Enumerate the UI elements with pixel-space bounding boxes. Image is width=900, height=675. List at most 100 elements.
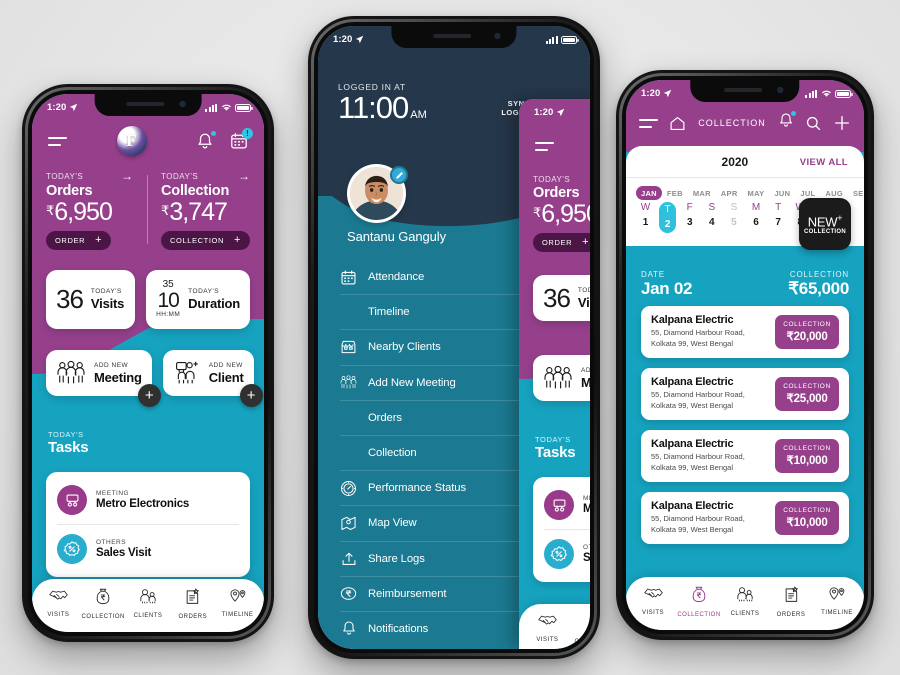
collection-amount-button[interactable]: COLLECTION ₹20,000: [775, 315, 839, 349]
collection-card[interactable]: Kalpana Electric 55, Diamond Harbour Road…: [641, 368, 849, 420]
signal-icon: [805, 89, 817, 98]
menu-item-nearby-clients[interactable]: Nearby Clients: [340, 330, 532, 366]
month-mar[interactable]: MAR: [688, 186, 716, 200]
collection-card[interactable]: Kalpana Electric 55, Diamond Harbour Road…: [641, 492, 849, 544]
bottom-nav-item-visits[interactable]: VISITS: [523, 613, 572, 645]
day-2[interactable]: T2: [659, 202, 677, 233]
add-icon[interactable]: [833, 114, 851, 132]
collection-screen: 1:20 COLLECTION 2020 VIEW ALL JAN FEB MA…: [626, 80, 864, 630]
collection-add-button[interactable]: COLLECTION +: [161, 231, 250, 250]
arrow-right-icon[interactable]: →: [238, 170, 250, 182]
month-sep[interactable]: SEP: [848, 186, 864, 200]
menu-item-attendance[interactable]: Attendance: [340, 260, 532, 296]
collection-card[interactable]: Kalpana Electric 55, Diamond Harbour Road…: [641, 306, 849, 358]
bottom-nav-label: TIMELINE: [221, 612, 254, 618]
menu-item-label: Share Logs: [368, 552, 425, 565]
menu-item-performance-status[interactable]: Performance Status: [340, 471, 532, 507]
front-camera: [494, 33, 501, 39]
notification-dot-badge: [211, 130, 216, 136]
month-apr[interactable]: APR: [716, 186, 743, 200]
notifications-button[interactable]: [196, 130, 216, 151]
collection-card[interactable]: Kalpana Electric 55, Diamond Harbour Road…: [641, 430, 849, 482]
day-6[interactable]: M6: [748, 202, 765, 233]
kpi-collection[interactable]: TODAY'S → Collection ₹3,747 COLLECTION +: [147, 170, 264, 250]
stat-card-visits[interactable]: 36 TODAY'S Visits: [46, 270, 136, 329]
hamburger-menu-button[interactable]: [639, 118, 658, 128]
menu-item-label: Attendance: [368, 271, 425, 284]
bottom-nav-label: ORDERS: [178, 614, 208, 620]
overlay-stat-visits[interactable]: 36 TODAY'SVisits: [533, 275, 590, 321]
collection-amount-button[interactable]: COLLECTION ₹10,000: [775, 501, 839, 535]
arrow-right-icon[interactable]: →: [121, 170, 133, 182]
bottom-nav-item-orders[interactable]: ORDERS: [170, 588, 215, 620]
month-feb[interactable]: FEB: [662, 186, 688, 200]
menu-item-map-view[interactable]: Map View: [340, 506, 532, 542]
hamburger-menu-button[interactable]: [48, 136, 67, 146]
edit-profile-button[interactable]: [390, 166, 408, 184]
menu-item-collection[interactable]: Collection: [340, 436, 532, 472]
collection-card-info: Kalpana Electric 55, Diamond Harbour Road…: [651, 438, 769, 474]
month-jun[interactable]: JUN: [769, 186, 795, 200]
bottom-nav-item-clients[interactable]: CLIENTS: [126, 588, 171, 620]
action-card-meeting[interactable]: ADD NEW Meeting +: [46, 350, 161, 407]
overlay-task-title: Sales Visit: [583, 552, 590, 564]
menu-item-orders[interactable]: Orders: [340, 401, 532, 436]
bottom-nav-item-visits[interactable]: VISITS: [630, 586, 676, 618]
bottom-nav-item-collection[interactable]: COLLECTION: [81, 588, 126, 620]
menu-item-share-logs[interactable]: Share Logs: [340, 542, 532, 577]
order-add-button[interactable]: ORDER +: [46, 231, 112, 250]
day-name: W: [640, 202, 651, 213]
collection-card-info: Kalpana Electric 55, Diamond Harbour Road…: [651, 376, 769, 412]
day-1[interactable]: W1: [637, 202, 654, 233]
bottom-nav-item-collection[interactable]: COLLECTION: [572, 613, 590, 645]
bottom-nav-item-visits[interactable]: VISITS: [36, 588, 81, 620]
add-meeting-fab[interactable]: +: [137, 384, 161, 407]
menu-item-label: Notifications: [368, 622, 429, 635]
stat-card-duration[interactable]: 35 10 HH:MM TODAY'S Duration: [146, 270, 250, 329]
bottom-nav-item-clients[interactable]: CLIENTS: [722, 586, 768, 618]
wifi-icon: [221, 104, 231, 111]
dashboard-preview-overlay[interactable]: 1:20 TODAY'S Orders ₹6,95 ORDER + 36 TO …: [519, 99, 590, 649]
add-client-fab[interactable]: +: [239, 384, 263, 407]
task-item[interactable]: OTHERS Sales Visit: [57, 524, 239, 573]
menu-item-timeline[interactable]: Timeline: [340, 295, 532, 331]
kpi-orders[interactable]: TODAY'S → Orders ₹6,950 ORDER +: [32, 170, 147, 250]
new-collection-button[interactable]: NEW+ COLLECTION: [799, 198, 851, 250]
overlay-task-item[interactable]: OTHERSSales Visit: [544, 529, 590, 578]
menu-item-notifications[interactable]: Notifications: [340, 612, 532, 646]
day-4[interactable]: S4: [703, 202, 720, 233]
tasks-card: MEETING Metro Electronics OTHERS Sales V…: [46, 472, 250, 577]
overlay-order-button[interactable]: ORDER +: [533, 233, 590, 252]
overlay-task-item[interactable]: MEETINGMetro Electronics: [544, 481, 590, 529]
notifications-button[interactable]: [778, 111, 796, 134]
view-all-button[interactable]: VIEW ALL: [800, 157, 848, 168]
overlay-action-meeting[interactable]: ADD NEWMeeting: [533, 355, 590, 401]
search-icon[interactable]: [805, 115, 822, 132]
front-camera: [179, 101, 186, 107]
bottom-nav-item-timeline[interactable]: TIMELINE: [814, 586, 860, 618]
avatar[interactable]: [347, 164, 408, 223]
overlay-hamburger-button[interactable]: [535, 141, 554, 151]
phone-menu: 1:20 LOGGED IN AT 11:00 AM LOG Santanu G…: [308, 16, 600, 659]
collection-amount-button[interactable]: COLLECTION ₹25,000: [775, 377, 839, 411]
month-may[interactable]: MAY: [743, 186, 770, 200]
calendar-button[interactable]: !: [230, 127, 253, 151]
signal-icon: [545, 35, 558, 44]
collection-amount-button[interactable]: COLLECTION ₹10,000: [775, 439, 839, 473]
bottom-nav-item-timeline[interactable]: TIMELINE: [215, 588, 260, 620]
bottom-nav-item-orders[interactable]: ORDERS: [768, 586, 814, 618]
group-people-icon: [544, 365, 572, 389]
day-3[interactable]: F3: [681, 202, 698, 233]
signal-icon: [205, 103, 217, 112]
day-7[interactable]: T7: [770, 202, 787, 233]
home-icon[interactable]: [669, 115, 686, 132]
bottom-nav-item-collection[interactable]: COLLECTION: [676, 586, 722, 618]
action-card-client[interactable]: ADD NEW Client +: [162, 350, 263, 407]
menu-item-add-new-meeting[interactable]: Add New Meeting: [340, 366, 532, 401]
day-5[interactable]: S5: [725, 202, 742, 233]
task-item[interactable]: MEETING Metro Electronics: [57, 476, 239, 524]
day-name: F: [686, 202, 693, 213]
menu-item-reimbursement[interactable]: Reimbursement: [340, 577, 532, 612]
month-jan[interactable]: JAN: [636, 186, 662, 200]
status-time: 1:20: [333, 34, 353, 45]
